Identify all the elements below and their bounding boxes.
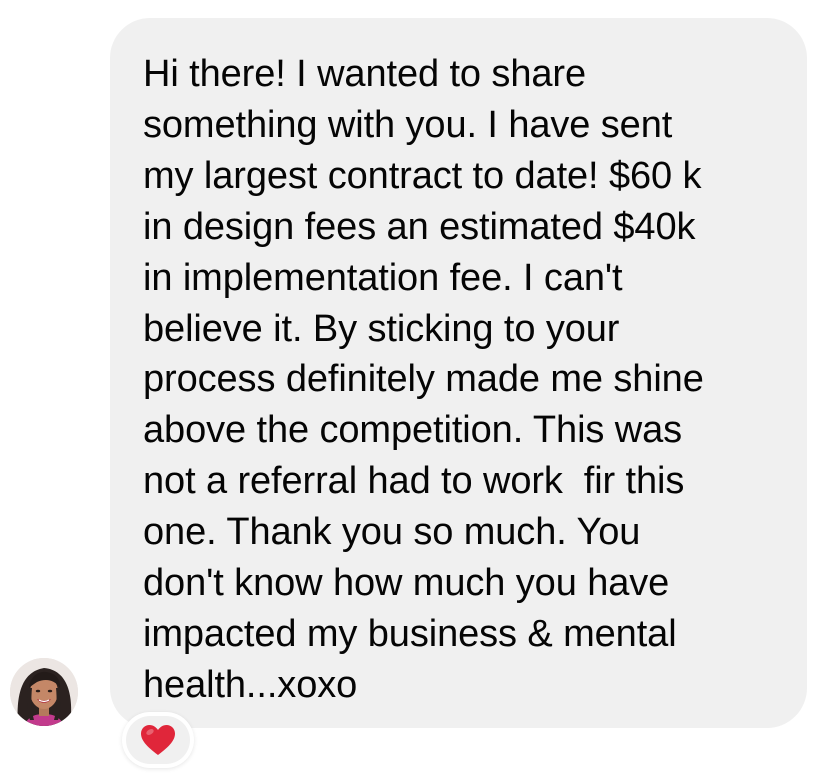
message-line: process definitely made me shine (143, 358, 704, 401)
message-line: in design fees an estimated $40k (143, 205, 696, 248)
message-line: impacted my business & mental (143, 612, 677, 655)
message-text: Hi there! I wanted to share something wi… (143, 49, 807, 711)
message-line: one. Thank you so much. You (143, 511, 641, 554)
message-line: something with you. I have sent (143, 103, 673, 146)
message-line: not a referral had to work fir this (143, 460, 685, 503)
message-bubble[interactable]: Hi there! I wanted to share something wi… (110, 18, 807, 728)
message-line: above the competition. This was (143, 409, 683, 452)
chat-thread: Hi there! I wanted to share something wi… (0, 0, 822, 780)
reaction-badge-inner (126, 716, 190, 764)
message-line: in implementation fee. I can't (143, 256, 623, 299)
red-heart-icon (141, 725, 175, 755)
reaction-badge[interactable] (122, 712, 194, 768)
message-line: my largest contract to date! $60 k (143, 154, 702, 197)
avatar-photo-icon (10, 658, 78, 726)
heart-shape (141, 725, 175, 755)
message-line: believe it. By sticking to your (143, 307, 620, 350)
message-line: health...xoxo (143, 663, 358, 706)
message-line: Hi there! I wanted to share (143, 53, 586, 95)
sender-avatar[interactable] (10, 658, 78, 726)
message-line: don't know how much you have (143, 562, 670, 605)
